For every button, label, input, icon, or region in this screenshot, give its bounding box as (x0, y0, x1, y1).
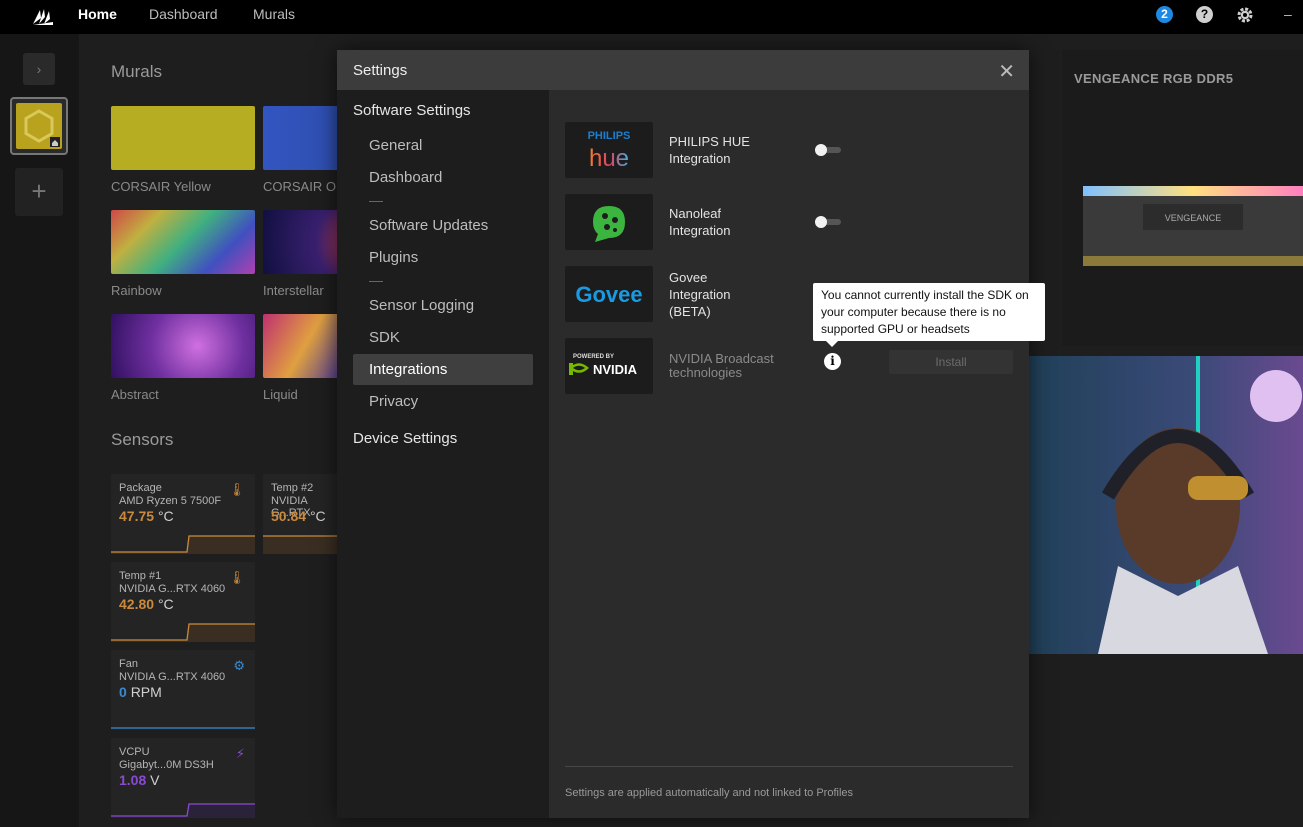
sensor-graph (111, 623, 255, 642)
nanoleaf-toggle[interactable] (815, 216, 841, 228)
sensor-device: NVIDIA G...RTX 4060 (119, 671, 226, 683)
sensor-value: 0 RPM (119, 684, 162, 700)
integrations-panel: PHILIPS hue PHILIPS HUE Integration Nano… (549, 90, 1029, 818)
mural-corsair-yellow[interactable] (111, 106, 255, 170)
close-icon[interactable]: ✕ (998, 59, 1015, 84)
mural-label: CORSAIR ON (263, 179, 346, 194)
sensor-device: AMD Ryzen 5 7500F (119, 495, 222, 507)
sensor-name: VCPU (119, 746, 150, 758)
ram-brand-label: VENGEANCE (1165, 213, 1222, 223)
nav-murals[interactable]: Murals (253, 6, 295, 22)
hero-banner-image[interactable] (1028, 356, 1303, 654)
settings-sidebar: Software Settings General Dashboard Soft… (337, 90, 549, 818)
sensor-value: 42.80 °C (119, 596, 174, 612)
settings-modal: Settings ✕ Software Settings General Das… (337, 50, 1029, 818)
sensor-card[interactable]: Fan NVIDIA G...RTX 4060 0 RPM ⚙ (111, 650, 255, 730)
sensor-card[interactable]: VCPU Gigabyt...0M DS3H 1.08 V ⚡ (111, 738, 255, 818)
sensor-graph (111, 535, 255, 554)
philips-hue-toggle[interactable] (815, 144, 841, 156)
add-profile-button[interactable]: + (15, 168, 63, 216)
svg-text:POWERED BY: POWERED BY (573, 354, 614, 360)
profile-color (16, 103, 62, 149)
sensor-card[interactable]: Temp #1 NVIDIA G...RTX 4060 42.80 °C 🌡 (111, 562, 255, 642)
mural-label: Rainbow (111, 283, 162, 298)
sidebar-item-sdk[interactable]: SDK (353, 322, 533, 353)
nanoleaf-logo (565, 194, 653, 250)
sidebar-item-sensor-logging[interactable]: Sensor Logging (353, 290, 533, 321)
integration-name: NVIDIA Broadcast technologies (669, 351, 774, 380)
sidebar-item-integrations[interactable]: Integrations (353, 354, 533, 385)
sidebar-separator (369, 281, 383, 282)
thermometer-icon: 🌡 (228, 570, 245, 585)
help-icon[interactable]: ? (1196, 6, 1213, 23)
footer-note: Settings are applied automatically and n… (565, 787, 854, 799)
minimize-button[interactable]: – (1284, 6, 1292, 22)
sidebar-item-software-updates[interactable]: Software Updates (353, 210, 533, 241)
philips-hue-logo: PHILIPS hue (565, 122, 653, 178)
device-title[interactable]: VENGEANCE RGB DDR5 (1074, 71, 1233, 86)
sensor-name: Package (119, 482, 162, 494)
sensors-section-title: Sensors (111, 430, 174, 449)
profile-thumbnail[interactable] (10, 97, 68, 155)
install-button[interactable]: Install (889, 350, 1013, 374)
sensor-device: NVIDIA G...RTX 4060 (119, 583, 226, 595)
sensor-graph (111, 727, 255, 729)
thermometer-icon: 🌡 (228, 482, 245, 497)
modal-header: Settings ✕ (337, 50, 1029, 90)
sidebar-item-general[interactable]: General (353, 130, 533, 161)
top-bar: Home Dashboard Murals 2 ? – (0, 0, 1303, 34)
murals-section-title: Murals (111, 62, 163, 81)
sensor-value: 47.75 °C (119, 508, 174, 524)
fan-gear-icon: ⚙ (233, 658, 245, 673)
notification-badge[interactable]: 2 (1156, 6, 1173, 23)
mural-rainbow[interactable] (111, 210, 255, 274)
mural-label: Abstract (111, 387, 159, 402)
integration-name: Nanoleaf Integration (669, 206, 731, 238)
nav-home[interactable]: Home (78, 6, 117, 22)
sensor-value: 50.84 °C (271, 508, 326, 524)
sensor-graph (263, 535, 337, 554)
nvidia-logo: POWERED BY NVIDIA (565, 338, 653, 394)
sidebar-item-privacy[interactable]: Privacy (353, 386, 533, 417)
group-software-settings[interactable]: Software Settings (353, 102, 471, 119)
nanoleaf-leaf-icon (593, 206, 625, 242)
nav-dashboard[interactable]: Dashboard (149, 6, 218, 22)
corsair-logo-icon[interactable] (30, 4, 56, 30)
svg-text:PHILIPS: PHILIPS (588, 130, 631, 142)
info-icon[interactable]: i (824, 353, 841, 370)
sensor-card[interactable]: Temp #2 NVIDIA G...RTX 50.84 °C (263, 474, 337, 554)
sidebar-item-dashboard[interactable]: Dashboard (353, 162, 533, 193)
sdk-tooltip: You cannot currently install the SDK on … (813, 283, 1045, 347)
sidebar-separator (369, 201, 383, 202)
group-device-settings[interactable]: Device Settings (353, 430, 457, 447)
sidebar-item-plugins[interactable]: Plugins (353, 242, 533, 273)
sensor-graph (111, 803, 255, 818)
sensor-card[interactable]: Package AMD Ryzen 5 7500F 47.75 °C 🌡 (111, 474, 255, 554)
settings-gear-icon[interactable] (1236, 6, 1254, 24)
mural-abstract[interactable] (111, 314, 255, 378)
ram-stick-image[interactable]: VENGEANCE (1083, 186, 1303, 266)
lightning-icon: ⚡ (235, 746, 245, 761)
integration-name: PHILIPS HUE Integration (669, 134, 750, 166)
mural-label: Interstellar (263, 283, 324, 298)
mural-label: CORSAIR Yellow (111, 179, 211, 194)
sensor-name: Fan (119, 658, 138, 670)
integration-name: Govee Integration (BETA) (669, 270, 731, 319)
expand-rail-button[interactable]: › (23, 53, 55, 85)
mural-label: Liquid (263, 387, 298, 402)
svg-text:Govee: Govee (575, 282, 642, 307)
govee-logo: Govee (565, 266, 653, 322)
footer-divider (565, 766, 1013, 767)
svg-text:hue: hue (589, 145, 629, 172)
hexagon-icon (24, 109, 60, 147)
sensor-name: Temp #1 (119, 570, 162, 582)
sensor-device: Gigabyt...0M DS3H (119, 759, 214, 771)
svg-text:NVIDIA: NVIDIA (593, 362, 638, 377)
sensor-name: Temp #2 (271, 482, 314, 494)
sensor-value: 1.08 V (119, 772, 160, 788)
modal-title: Settings (353, 62, 408, 79)
